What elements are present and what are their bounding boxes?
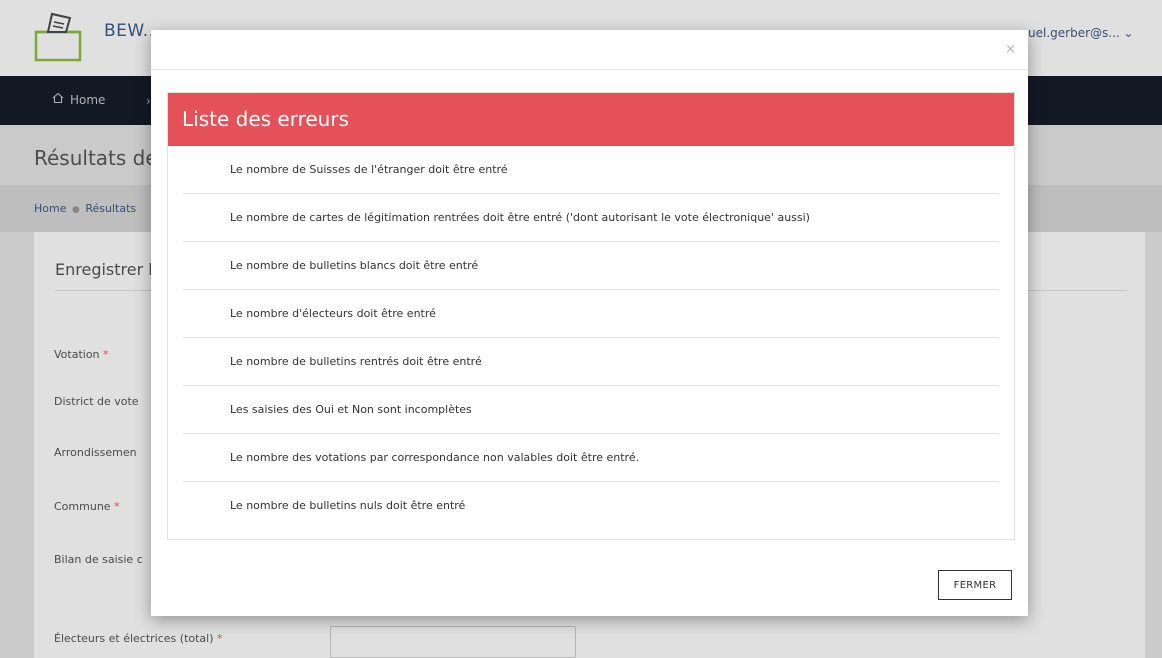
error-panel-header: Liste des erreurs <box>168 93 1014 146</box>
error-item: Le nombre des votations par correspondan… <box>183 434 999 482</box>
close-icon[interactable]: × <box>1005 42 1016 57</box>
error-item: Le nombre de Suisses de l'étranger doit … <box>183 146 999 194</box>
modal-header-divider <box>151 69 1028 70</box>
error-modal: × Liste des erreurs Le nombre de Suisses… <box>151 30 1028 616</box>
error-list: Le nombre de Suisses de l'étranger doit … <box>183 146 999 530</box>
error-item: Le nombre de cartes de légitimation rent… <box>183 194 999 242</box>
close-button[interactable]: FERMER <box>938 570 1012 600</box>
error-item: Les saisies des Oui et Non sont incomplè… <box>183 386 999 434</box>
error-item: Le nombre de bulletins rentrés doit être… <box>183 338 999 386</box>
error-panel-title: Liste des erreurs <box>182 107 349 131</box>
error-item: Le nombre de bulletins blancs doit être … <box>183 242 999 290</box>
error-panel: Liste des erreurs Le nombre de Suisses d… <box>167 92 1015 540</box>
error-item: Le nombre d'électeurs doit être entré <box>183 290 999 338</box>
error-item: Le nombre de bulletins nuls doit être en… <box>230 499 466 512</box>
